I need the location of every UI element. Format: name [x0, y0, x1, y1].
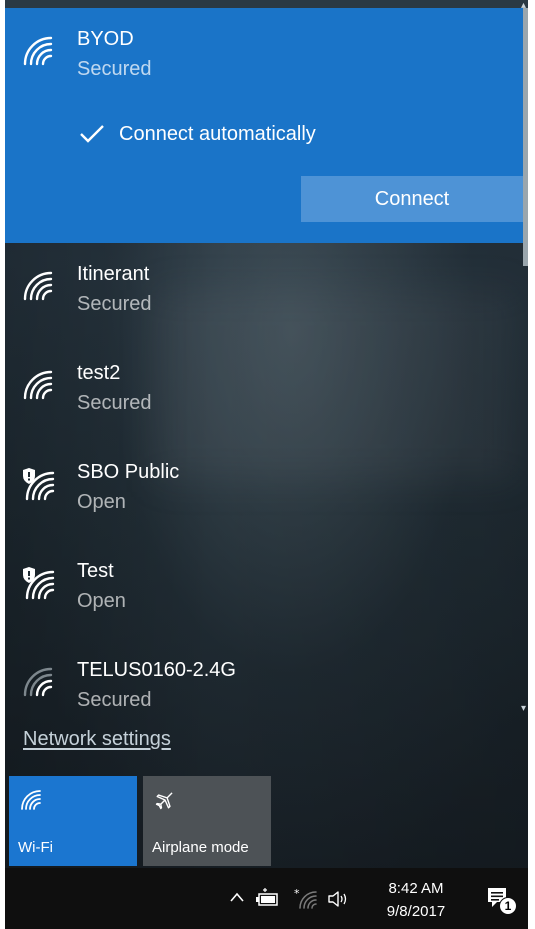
connect-automatically-label: Connect automatically: [119, 122, 316, 145]
wifi-quick-action[interactable]: Wi-Fi: [9, 776, 137, 866]
network-status: Open: [77, 491, 126, 513]
flyout-top-edge: [5, 0, 528, 8]
network-item-test[interactable]: Test Open: [5, 540, 523, 639]
notification-count-badge: 1: [499, 897, 517, 915]
battery-icon[interactable]: [255, 888, 281, 910]
svg-text:*: *: [294, 888, 300, 900]
wifi-weak-icon: [21, 665, 57, 699]
network-item-telus0160[interactable]: TELUS0160-2.4G Secured: [5, 639, 523, 708]
network-list: BYOD Secured Connect automatically Conne…: [5, 8, 523, 708]
volume-icon[interactable]: [326, 888, 352, 910]
network-name: TELUS0160-2.4G: [77, 659, 236, 681]
wifi-secured-icon: [21, 34, 57, 68]
taskbar-clock[interactable]: 8:42 AM 9/8/2017: [375, 877, 457, 923]
clock-time: 8:42 AM: [388, 880, 444, 897]
network-name: Itinerant: [77, 263, 150, 285]
network-item-sbo-public[interactable]: SBO Public Open: [5, 441, 523, 540]
network-item-byod[interactable]: BYOD Secured Connect automatically Conne…: [5, 8, 523, 243]
airplane-mode-quick-action[interactable]: Airplane mode: [143, 776, 271, 866]
network-name: SBO Public: [77, 461, 180, 483]
taskbar: * 8:42 AM 9/8/2017 1: [5, 868, 528, 929]
connect-button[interactable]: Connect: [301, 176, 523, 222]
network-status: Secured: [77, 293, 152, 315]
network-settings-link[interactable]: Network settings: [23, 728, 171, 751]
scrollbar-thumb[interactable]: [523, 8, 528, 266]
wifi-open-shield-icon: [21, 467, 57, 501]
airplane-icon: [153, 788, 177, 812]
network-name: test2: [77, 362, 121, 384]
network-name: Test: [77, 560, 114, 582]
wifi-secured-icon: [21, 269, 57, 303]
scrollbar[interactable]: ▴ ▾: [521, 0, 528, 714]
chevron-up-icon[interactable]: [229, 886, 245, 908]
clock-date: 9/8/2017: [386, 903, 446, 920]
airplane-tile-label: Airplane mode: [152, 839, 249, 856]
wifi-secured-icon: [21, 368, 57, 402]
network-item-test2[interactable]: test2 Secured: [5, 342, 523, 441]
wifi-tile-label: Wi-Fi: [18, 839, 53, 856]
network-item-itinerant[interactable]: Itinerant Secured: [5, 243, 523, 342]
checkmark-icon: [77, 119, 107, 149]
wifi-icon: [19, 788, 43, 812]
wifi-tray-icon[interactable]: *: [294, 888, 320, 910]
network-status: Open: [77, 590, 126, 612]
network-status: Secured: [77, 689, 152, 708]
scroll-down-icon[interactable]: ▾: [521, 703, 526, 714]
network-name: BYOD: [77, 28, 134, 50]
connect-automatically-checkbox[interactable]: Connect automatically: [77, 118, 316, 150]
wifi-open-shield-icon: [21, 566, 57, 600]
network-status: Secured: [77, 58, 152, 80]
network-flyout: BYOD Secured Connect automatically Conne…: [5, 0, 528, 868]
network-status: Secured: [77, 392, 152, 414]
action-center-button[interactable]: 1: [485, 885, 517, 915]
